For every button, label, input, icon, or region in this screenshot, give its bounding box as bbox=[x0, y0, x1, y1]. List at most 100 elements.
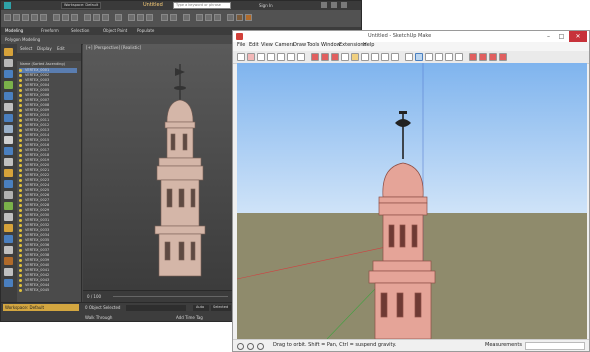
layout-icon[interactable] bbox=[489, 53, 497, 61]
ribbon-tab-populate[interactable]: Populate bbox=[137, 28, 154, 33]
material-editor-icon[interactable] bbox=[214, 14, 221, 21]
menu-view[interactable]: View bbox=[261, 42, 273, 49]
tool-icon-14[interactable] bbox=[4, 191, 13, 199]
render-setup-icon[interactable] bbox=[227, 14, 234, 21]
visibility-icon[interactable] bbox=[19, 119, 22, 122]
auto-key-button[interactable]: Auto bbox=[193, 305, 209, 311]
tool-icon-10[interactable] bbox=[4, 147, 13, 155]
menu-tools[interactable]: Tools bbox=[307, 42, 319, 49]
sku-close-button[interactable]: ✕ bbox=[569, 31, 587, 42]
tool-icon-22[interactable] bbox=[4, 279, 13, 287]
percent-snap-icon[interactable] bbox=[146, 14, 153, 21]
visibility-icon[interactable] bbox=[19, 84, 22, 87]
orbit-icon[interactable] bbox=[405, 53, 413, 61]
tool-icon-13[interactable] bbox=[4, 180, 13, 188]
angle-snap-icon[interactable] bbox=[137, 14, 144, 21]
tape-measure-icon[interactable] bbox=[341, 53, 349, 61]
visibility-icon[interactable] bbox=[19, 74, 22, 77]
tool-icon-20[interactable] bbox=[4, 257, 13, 265]
tool-icon-12[interactable] bbox=[4, 169, 13, 177]
mirror-icon[interactable] bbox=[161, 14, 168, 21]
tool-icon-11[interactable] bbox=[4, 158, 13, 166]
ribbon-tab-freeform[interactable]: Freeform bbox=[41, 28, 59, 33]
visibility-icon[interactable] bbox=[19, 109, 22, 112]
menu-window[interactable]: Window bbox=[321, 42, 341, 49]
3d-warehouse-icon[interactable] bbox=[469, 53, 477, 61]
visibility-icon[interactable] bbox=[19, 269, 22, 272]
sku-minimize-button[interactable]: – bbox=[543, 31, 554, 42]
eraser-icon[interactable] bbox=[247, 53, 255, 61]
ribbon-tab-modeling[interactable]: Modeling bbox=[5, 28, 23, 33]
visibility-icon[interactable] bbox=[19, 139, 22, 142]
utilities-icon[interactable] bbox=[4, 103, 13, 111]
menu-file[interactable]: File bbox=[237, 42, 245, 49]
maximize-button[interactable] bbox=[331, 2, 337, 8]
visibility-icon[interactable] bbox=[19, 159, 22, 162]
render-icon[interactable] bbox=[245, 14, 252, 21]
snap-icon[interactable] bbox=[128, 14, 135, 21]
tool-icon-19[interactable] bbox=[4, 246, 13, 254]
tool-icon-17[interactable] bbox=[4, 224, 13, 232]
extension-manager-icon[interactable] bbox=[499, 53, 507, 61]
move-icon[interactable] bbox=[84, 14, 91, 21]
curve-editor-icon[interactable] bbox=[196, 14, 203, 21]
tool-icon-8[interactable] bbox=[4, 125, 13, 133]
visibility-icon[interactable] bbox=[19, 239, 22, 242]
ribbon-tab-object-paint[interactable]: Object Paint bbox=[103, 28, 127, 33]
sign-in-link[interactable]: Sign In bbox=[259, 3, 273, 8]
minimize-button[interactable] bbox=[321, 2, 327, 8]
measurements-field[interactable] bbox=[525, 342, 585, 350]
redo-icon[interactable] bbox=[13, 14, 20, 21]
move-tool-icon[interactable] bbox=[311, 53, 319, 61]
layer-icon[interactable] bbox=[183, 14, 190, 21]
explorer-tab-display[interactable]: Display bbox=[37, 46, 52, 51]
close-button[interactable] bbox=[341, 2, 347, 8]
visibility-icon[interactable] bbox=[19, 214, 22, 217]
tool-icon-9[interactable] bbox=[4, 136, 13, 144]
select-by-name-icon[interactable] bbox=[62, 14, 69, 21]
rectangle-icon[interactable] bbox=[277, 53, 285, 61]
explorer-tab-edit[interactable]: Edit bbox=[57, 46, 65, 51]
hierarchy-icon[interactable] bbox=[4, 70, 13, 78]
zoom-icon[interactable] bbox=[425, 53, 433, 61]
zoom-extents-icon[interactable] bbox=[435, 53, 443, 61]
visibility-icon[interactable] bbox=[19, 254, 22, 257]
visibility-icon[interactable] bbox=[19, 164, 22, 167]
ribbon-tab-selection[interactable]: Selection bbox=[71, 28, 89, 33]
visibility-icon[interactable] bbox=[19, 279, 22, 282]
link-icon[interactable] bbox=[22, 14, 29, 21]
instructor-icon[interactable] bbox=[257, 343, 264, 350]
visibility-icon[interactable] bbox=[19, 129, 22, 132]
geo-location-icon[interactable] bbox=[237, 343, 244, 350]
rotate-icon[interactable] bbox=[93, 14, 100, 21]
explorer-tab-select[interactable]: Select bbox=[20, 46, 32, 51]
visibility-icon[interactable] bbox=[19, 199, 22, 202]
scale-icon[interactable] bbox=[102, 14, 109, 21]
add-time-tag-button[interactable]: Add Time Tag bbox=[176, 315, 203, 320]
visibility-icon[interactable] bbox=[19, 144, 22, 147]
scale-tool-icon[interactable] bbox=[331, 53, 339, 61]
arc-icon[interactable] bbox=[267, 53, 275, 61]
search-input[interactable]: Type a keyword or phrase bbox=[173, 2, 231, 9]
region-icon[interactable] bbox=[71, 14, 78, 21]
menu-help[interactable]: Help bbox=[363, 42, 374, 49]
modify-icon[interactable] bbox=[4, 59, 13, 67]
visibility-icon[interactable] bbox=[19, 229, 22, 232]
visibility-icon[interactable] bbox=[19, 289, 22, 292]
next-view-icon[interactable] bbox=[455, 53, 463, 61]
motion-icon[interactable] bbox=[4, 81, 13, 89]
visibility-icon[interactable] bbox=[19, 249, 22, 252]
visibility-icon[interactable] bbox=[19, 219, 22, 222]
visibility-icon[interactable] bbox=[19, 284, 22, 287]
visibility-icon[interactable] bbox=[19, 89, 22, 92]
visibility-icon[interactable] bbox=[19, 99, 22, 102]
3d-text-icon[interactable] bbox=[391, 53, 399, 61]
pan-icon[interactable] bbox=[415, 53, 423, 61]
unlink-icon[interactable] bbox=[31, 14, 38, 21]
tool-icon-7[interactable] bbox=[4, 114, 13, 122]
menu-draw[interactable]: Draw bbox=[293, 42, 306, 49]
visibility-icon[interactable] bbox=[19, 174, 22, 177]
visibility-icon[interactable] bbox=[19, 154, 22, 157]
visibility-icon[interactable] bbox=[19, 79, 22, 82]
tool-icon-16[interactable] bbox=[4, 213, 13, 221]
